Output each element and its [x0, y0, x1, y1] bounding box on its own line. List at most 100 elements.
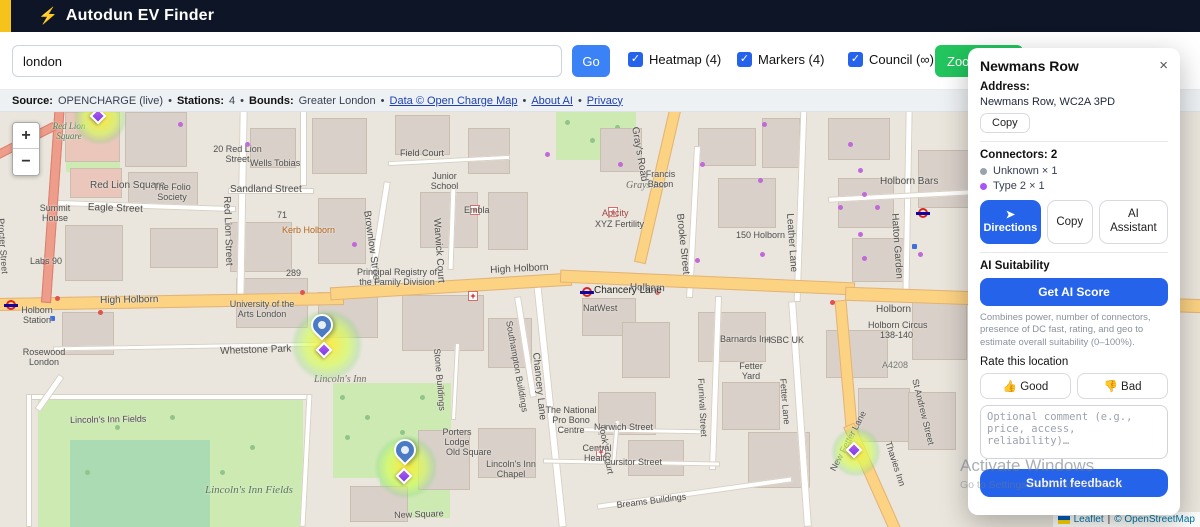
- bad-label: Bad: [1121, 381, 1142, 394]
- place-label: Porters Lodge: [442, 427, 472, 447]
- checkbox-checked-icon[interactable]: ✓: [628, 52, 643, 67]
- poi-dot: [758, 178, 763, 183]
- separator: •: [240, 94, 244, 107]
- connector-dot-unknown: [980, 167, 987, 175]
- building: [722, 382, 780, 430]
- road: [450, 342, 461, 421]
- comment-textarea[interactable]: [980, 405, 1168, 460]
- housenumber-label: 138-140: [880, 330, 914, 340]
- street-label: Lincoln's Inn Fields: [70, 413, 147, 425]
- street-label: Eagle Street: [87, 202, 144, 215]
- panel-title: Newmans Row: [980, 58, 1079, 74]
- tree: [590, 138, 595, 143]
- tree: [170, 415, 175, 420]
- zoom-in-button[interactable]: +: [13, 123, 39, 149]
- tree: [85, 470, 90, 475]
- address-value: Newmans Row, WC2A 3PD: [980, 96, 1116, 108]
- leaflet-link[interactable]: Leaflet: [1074, 514, 1104, 525]
- check-icon: ✓: [630, 53, 641, 65]
- hospital-icon: +: [468, 291, 478, 301]
- poi-dot: [98, 310, 103, 315]
- place-label: Rosewood London: [22, 347, 66, 367]
- place-label: Fetter Yard: [739, 361, 763, 381]
- station-label: Chancery Lane: [594, 285, 662, 296]
- place-label: XYZ Fertility: [595, 219, 645, 229]
- poi-dot: [862, 192, 867, 197]
- markers-checkbox-label: Markers (4): [758, 52, 825, 67]
- go-button[interactable]: Go: [572, 45, 610, 77]
- park-label: Lincoln's Inn Fields: [205, 484, 293, 496]
- tree: [340, 395, 345, 400]
- poi-dot: [830, 300, 835, 305]
- close-icon[interactable]: ×: [1159, 58, 1168, 73]
- building: [65, 225, 123, 281]
- poi-dot: [55, 296, 60, 301]
- place-label: HSBC UK: [764, 335, 805, 345]
- markers-checkbox[interactable]: ✓ Markers (4): [737, 52, 824, 67]
- checkbox-checked-icon[interactable]: ✓: [848, 52, 863, 67]
- place-label: Old Square: [446, 447, 492, 457]
- checkbox-checked-icon[interactable]: ✓: [737, 52, 752, 67]
- parking-icon: [912, 244, 917, 249]
- connectors-label: Connectors: 2: [980, 149, 1058, 161]
- app-title: Autodun EV Finder: [65, 7, 215, 24]
- building: [312, 118, 367, 174]
- get-ai-score-button[interactable]: Get AI Score: [980, 278, 1168, 306]
- place-label: The Folio Society: [153, 182, 191, 202]
- about-ai-link[interactable]: About AI: [531, 95, 573, 107]
- place-label: 150 Holborn: [736, 230, 786, 240]
- rate-bad-button[interactable]: 👎 Bad: [1077, 373, 1168, 400]
- open-charge-map-link[interactable]: Data © Open Charge Map: [390, 95, 518, 107]
- council-checkbox[interactable]: ✓ Council (∞): [848, 52, 934, 67]
- search-input[interactable]: [12, 45, 562, 77]
- directions-button-label: Directions: [983, 222, 1038, 234]
- rate-good-button[interactable]: 👍 Good: [980, 373, 1071, 400]
- poi-dot: [352, 242, 357, 247]
- rate-location-label: Rate this location: [980, 356, 1069, 369]
- privacy-link[interactable]: Privacy: [587, 95, 623, 107]
- poi-dot: [178, 122, 183, 127]
- thumbs-down-icon: 👎: [1103, 381, 1118, 394]
- street-label: Fetter Lane: [778, 378, 793, 425]
- place-label: Summit House: [39, 203, 71, 223]
- bounds-value: Greater London: [298, 94, 376, 107]
- separator: •: [168, 94, 172, 107]
- ai-suitability-note: Combines power, number of connectors, pr…: [980, 312, 1151, 348]
- separator: |: [1107, 514, 1111, 525]
- poi-dot: [545, 152, 550, 157]
- street-label: Whetstone Park: [220, 343, 292, 357]
- zoom-out-button[interactable]: −: [13, 149, 39, 175]
- divider: [980, 252, 1168, 253]
- place-label: University of the Arts London: [229, 299, 295, 319]
- poi-dot: [848, 142, 853, 147]
- copy-address-button[interactable]: Copy: [980, 113, 1030, 133]
- station-details-panel: Newmans Row × Address: Newmans Row, WC2A…: [968, 48, 1180, 515]
- tree: [250, 445, 255, 450]
- directions-button[interactable]: ➤ Directions: [980, 200, 1041, 244]
- building: [402, 295, 484, 351]
- park-label: Red Lion Square: [52, 121, 86, 141]
- poi-dot: [858, 232, 863, 237]
- map-zoom-control: + −: [12, 122, 40, 176]
- submit-feedback-button[interactable]: Submit feedback: [980, 469, 1168, 498]
- poi-dot: [762, 122, 767, 127]
- road-ref-label: A4208: [882, 360, 909, 370]
- tree: [400, 430, 405, 435]
- heatmap-checkbox[interactable]: ✓ Heatmap (4): [628, 52, 721, 67]
- separator: •: [522, 94, 527, 107]
- street-label: Furnival Street: [696, 378, 710, 437]
- poi-dot: [838, 205, 843, 210]
- poi-dot: [858, 168, 863, 173]
- source-label: Source:: [12, 94, 53, 107]
- connector-name: Type 2 × 1: [993, 180, 1045, 192]
- bounds-label: Bounds:: [249, 94, 294, 107]
- lightning-logo-icon: ⚡: [38, 8, 58, 25]
- copy-button[interactable]: Copy: [1046, 200, 1093, 244]
- ai-assistant-button[interactable]: AI Assistant: [1098, 200, 1168, 244]
- address-label: Address:: [980, 81, 1030, 93]
- street-label: Procter Street: [0, 218, 10, 275]
- tree: [345, 435, 350, 440]
- osm-link[interactable]: © OpenStreetMap: [1114, 514, 1195, 525]
- poi-dot: [618, 162, 623, 167]
- street-label: Sandland Street: [230, 184, 302, 195]
